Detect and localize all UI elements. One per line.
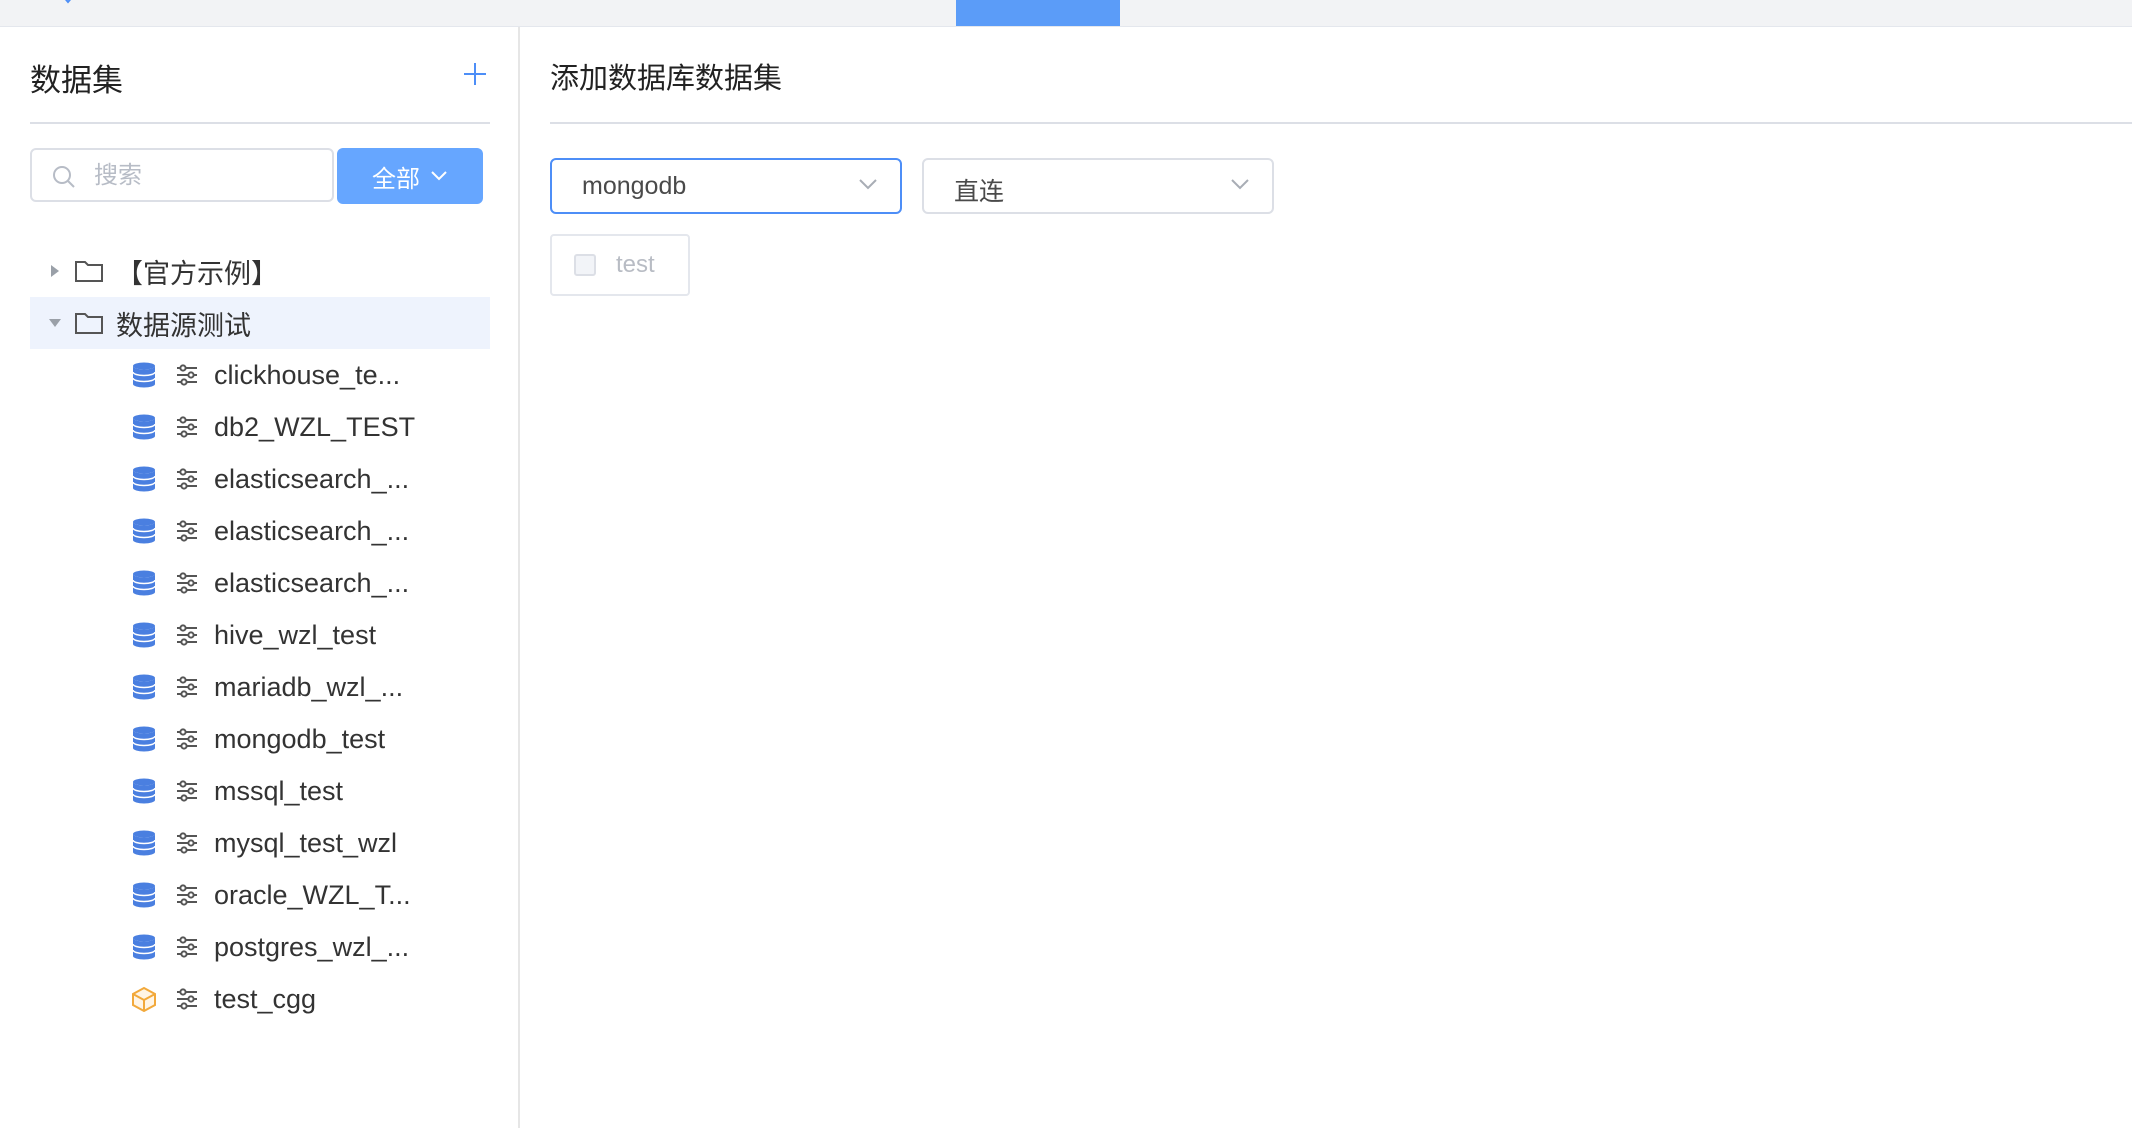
sliders-icon [174,624,200,646]
cube-icon [130,986,158,1012]
datasource-select[interactable]: mongodb [550,158,902,214]
dataset-sidebar: 数据集 全部 【官方示例】 [0,27,520,1128]
tree-leaf-label: mongodb_test [214,723,386,754]
tree-leaf-item[interactable]: mssql_test [30,765,490,817]
tree-leaf-item[interactable]: elasticsearch_... [30,557,490,609]
tree-leaf-label: oracle_WZL_T... [214,879,411,910]
tree-leaf-label: elasticsearch_... [214,515,410,546]
database-icon [130,726,158,752]
active-tab[interactable] [956,0,1120,26]
filter-label: 全部 [372,165,420,193]
search-input[interactable] [92,158,326,194]
filter-dropdown-button[interactable]: 全部 [337,148,483,204]
tree-children: clickhouse_te... db2_WZL_TEST elasticsearc… [30,349,490,1025]
sliders-icon [174,364,200,386]
tree-folder-label: 数据源测试 [116,310,251,341]
tree-leaf-label: mariadb_wzl_... [214,671,404,702]
folder-icon [74,259,104,283]
tree-leaf-label: clickhouse_te... [214,359,401,390]
table-option-label: test [616,251,655,278]
database-icon [130,622,158,648]
sliders-icon [174,780,200,802]
sliders-icon [174,728,200,750]
folder-icon [74,311,104,335]
database-icon [130,934,158,960]
main-panel: 添加数据库数据集 mongodb 直连 test [520,27,2132,1128]
sliders-icon [174,572,200,594]
tree-leaf-item[interactable]: hive_wzl_test [30,609,490,661]
chevron-down-icon [1231,179,1249,190]
caret-right-icon[interactable] [40,264,70,278]
datasource-select-value: mongodb [582,172,687,200]
search-icon [53,166,75,188]
tree-leaf-label: test_cgg [214,983,317,1014]
database-icon [130,570,158,596]
tree-folder-datasource-test[interactable]: 数据源测试 [30,297,490,349]
database-icon [130,362,158,388]
dataset-tree: 【官方示例】 数据源测试 clickhouse_te... db2_WZL_TES… [30,245,490,1025]
tree-leaf-item[interactable]: db2_WZL_TEST [30,401,490,453]
database-icon [130,414,158,440]
search-box[interactable] [30,148,334,202]
tree-leaf-item[interactable]: elasticsearch_... [30,505,490,557]
tree-leaf-label: hive_wzl_test [214,619,377,650]
sliders-icon [174,936,200,958]
page-title: 添加数据库数据集 [550,63,783,95]
caret-down-icon[interactable] [40,318,70,328]
tree-leaf-item[interactable]: mongodb_test [30,713,490,765]
add-dataset-button[interactable] [462,61,488,87]
database-icon [130,674,158,700]
top-tab-bar [0,0,2132,27]
chevron-down-icon [859,179,877,190]
tree-leaf-item[interactable]: oracle_WZL_T... [30,869,490,921]
tree-leaf-label: elasticsearch_... [214,567,410,598]
connection-mode-select[interactable]: 直连 [922,158,1274,214]
database-icon [130,518,158,544]
sidebar-title: 数据集 [30,63,123,98]
connection-mode-value: 直连 [954,178,1005,206]
sliders-icon [174,832,200,854]
tree-folder-label: 【官方示例】 [116,258,278,289]
tree-leaf-item[interactable]: postgres_wzl_... [30,921,490,973]
sliders-icon [174,468,200,490]
tree-leaf-item[interactable]: clickhouse_te... [30,349,490,401]
sliders-icon [174,988,200,1010]
tree-leaf-label: mysql_test_wzl [214,827,398,858]
tree-leaf-label: postgres_wzl_... [214,931,410,962]
sliders-icon [174,676,200,698]
tree-leaf-label: elasticsearch_... [214,463,410,494]
sliders-icon [174,416,200,438]
tree-leaf-item[interactable]: mysql_test_wzl [30,817,490,869]
sliders-icon [174,884,200,906]
database-icon [130,882,158,908]
tree-leaf-label: mssql_test [214,775,344,806]
sidebar-divider [30,122,490,124]
table-checkbox[interactable] [574,254,596,276]
tree-leaf-item[interactable]: mariadb_wzl_... [30,661,490,713]
tree-leaf-item[interactable]: elasticsearch_... [30,453,490,505]
main-divider [550,122,2132,124]
table-option[interactable]: test [550,234,690,296]
database-icon [130,466,158,492]
tree-folder-official-examples[interactable]: 【官方示例】 [30,245,490,297]
sliders-icon [174,520,200,542]
shield-icon [65,0,71,4]
tree-leaf-item[interactable]: test_cgg [30,973,490,1025]
chevron-down-icon [431,171,447,181]
database-icon [130,830,158,856]
tree-leaf-label: db2_WZL_TEST [214,411,416,442]
database-icon [130,778,158,804]
